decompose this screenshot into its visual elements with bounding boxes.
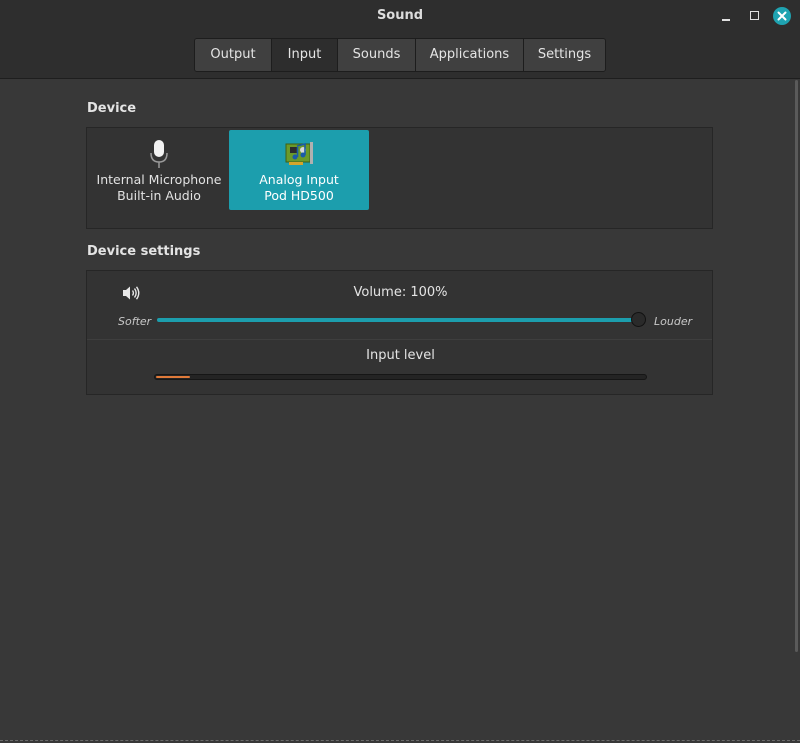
window-title: Sound [376,8,424,23]
close-button[interactable] [773,7,791,25]
device-heading: Device [87,101,137,116]
device-name: Internal Microphone [96,172,222,187]
softer-label: Softer [118,315,152,328]
maximize-button[interactable] [745,6,765,26]
volume-label: Volume: 100% [353,285,448,300]
tab-bar: Output Input Sounds Applications Setting… [194,38,606,72]
divider [87,339,712,340]
device-description: Built-in Audio [117,188,201,203]
sound-card-icon [285,142,313,165]
window-bottom-edge [0,740,800,741]
device-settings-heading: Device settings [87,244,201,259]
scrollbar[interactable] [795,80,798,652]
microphone-icon [150,140,168,168]
device-item-analog-input[interactable]: Analog Input Pod HD500 [229,130,369,210]
input-level-meter [154,374,647,380]
device-list: Internal Microphone Built-in Audio Analo… [86,127,713,229]
device-name: Analog Input [259,172,339,187]
tab-output[interactable]: Output [195,39,272,71]
tab-input[interactable]: Input [272,39,338,71]
volume-slider-handle[interactable] [631,312,646,327]
title-bar: Sound Output Input Sounds Applications S… [0,0,800,79]
tab-applications[interactable]: Applications [416,39,524,71]
tab-sounds[interactable]: Sounds [338,39,416,71]
louder-label: Louder [654,315,693,328]
device-item-internal-microphone[interactable]: Internal Microphone Built-in Audio [89,130,229,210]
device-settings-panel: Volume: 100% Softer Louder Input level [86,270,713,395]
minimize-button[interactable] [716,6,736,26]
volume-slider[interactable] [157,318,639,322]
input-level-fill [156,376,190,378]
input-level-label: Input level [366,348,435,363]
close-icon [777,11,787,21]
device-description: Pod HD500 [264,188,334,203]
tab-settings[interactable]: Settings [524,39,605,71]
